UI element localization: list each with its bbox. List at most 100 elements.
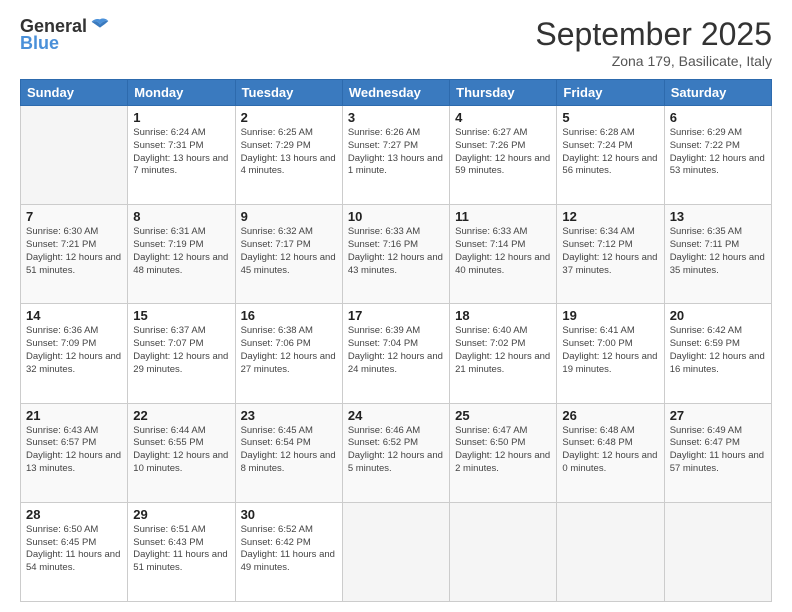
day-number: 8	[133, 209, 229, 224]
calendar-cell: 25 Sunrise: 6:47 AM Sunset: 6:50 PM Dayli…	[450, 403, 557, 502]
calendar-week-row: 1 Sunrise: 6:24 AM Sunset: 7:31 PM Daylig…	[21, 106, 772, 205]
weekday-header-tuesday: Tuesday	[235, 80, 342, 106]
day-info: Sunrise: 6:29 AM Sunset: 7:22 PM Dayligh…	[670, 127, 766, 178]
day-number: 22	[133, 408, 229, 423]
calendar-cell	[342, 502, 449, 601]
day-number: 27	[670, 408, 766, 423]
weekday-header-saturday: Saturday	[664, 80, 771, 106]
weekday-header-sunday: Sunday	[21, 80, 128, 106]
day-number: 9	[241, 209, 337, 224]
day-info: Sunrise: 6:49 AM Sunset: 6:47 PM Dayligh…	[670, 425, 766, 476]
calendar-week-row: 7 Sunrise: 6:30 AM Sunset: 7:21 PM Daylig…	[21, 205, 772, 304]
day-info: Sunrise: 6:28 AM Sunset: 7:24 PM Dayligh…	[562, 127, 658, 178]
day-number: 26	[562, 408, 658, 423]
day-number: 21	[26, 408, 122, 423]
calendar-cell: 17 Sunrise: 6:39 AM Sunset: 7:04 PM Dayli…	[342, 304, 449, 403]
weekday-header-monday: Monday	[128, 80, 235, 106]
logo-bird-icon	[90, 16, 110, 36]
day-info: Sunrise: 6:30 AM Sunset: 7:21 PM Dayligh…	[26, 226, 122, 277]
day-number: 7	[26, 209, 122, 224]
day-info: Sunrise: 6:33 AM Sunset: 7:14 PM Dayligh…	[455, 226, 551, 277]
day-number: 10	[348, 209, 444, 224]
page: General Blue September 2025 Zona 179, Ba…	[0, 0, 792, 612]
day-number: 15	[133, 308, 229, 323]
day-info: Sunrise: 6:31 AM Sunset: 7:19 PM Dayligh…	[133, 226, 229, 277]
day-info: Sunrise: 6:26 AM Sunset: 7:27 PM Dayligh…	[348, 127, 444, 178]
calendar-cell: 3Sunrise: 6:26 AM Sunset: 7:27 PM Daylig…	[342, 106, 449, 205]
calendar-cell: 4 Sunrise: 6:27 AM Sunset: 7:26 PM Daylig…	[450, 106, 557, 205]
day-number: 6	[670, 110, 766, 125]
weekday-header-thursday: Thursday	[450, 80, 557, 106]
day-info: Sunrise: 6:39 AM Sunset: 7:04 PM Dayligh…	[348, 325, 444, 376]
calendar-cell: 7 Sunrise: 6:30 AM Sunset: 7:21 PM Daylig…	[21, 205, 128, 304]
month-title: September 2025	[535, 16, 772, 53]
day-number: 28	[26, 507, 122, 522]
day-info: Sunrise: 6:33 AM Sunset: 7:16 PM Dayligh…	[348, 226, 444, 277]
day-info: Sunrise: 6:48 AM Sunset: 6:48 PM Dayligh…	[562, 425, 658, 476]
calendar-cell: 28 Sunrise: 6:50 AM Sunset: 6:45 PM Dayli…	[21, 502, 128, 601]
day-info: Sunrise: 6:36 AM Sunset: 7:09 PM Dayligh…	[26, 325, 122, 376]
day-info: Sunrise: 6:37 AM Sunset: 7:07 PM Dayligh…	[133, 325, 229, 376]
day-info: Sunrise: 6:27 AM Sunset: 7:26 PM Dayligh…	[455, 127, 551, 178]
day-number: 1	[133, 110, 229, 125]
day-info: Sunrise: 6:34 AM Sunset: 7:12 PM Dayligh…	[562, 226, 658, 277]
calendar-cell	[450, 502, 557, 601]
calendar-cell: 14Sunrise: 6:36 AM Sunset: 7:09 PM Dayli…	[21, 304, 128, 403]
calendar-cell: 9 Sunrise: 6:32 AM Sunset: 7:17 PM Daylig…	[235, 205, 342, 304]
calendar-cell	[664, 502, 771, 601]
calendar-header-row: SundayMondayTuesdayWednesdayThursdayFrid…	[21, 80, 772, 106]
day-number: 18	[455, 308, 551, 323]
day-info: Sunrise: 6:32 AM Sunset: 7:17 PM Dayligh…	[241, 226, 337, 277]
day-info: Sunrise: 6:41 AM Sunset: 7:00 PM Dayligh…	[562, 325, 658, 376]
day-info: Sunrise: 6:43 AM Sunset: 6:57 PM Dayligh…	[26, 425, 122, 476]
day-number: 2	[241, 110, 337, 125]
day-info: Sunrise: 6:38 AM Sunset: 7:06 PM Dayligh…	[241, 325, 337, 376]
day-number: 12	[562, 209, 658, 224]
logo: General Blue	[20, 16, 110, 54]
calendar-week-row: 28 Sunrise: 6:50 AM Sunset: 6:45 PM Dayli…	[21, 502, 772, 601]
calendar-cell: 10 Sunrise: 6:33 AM Sunset: 7:16 PM Dayli…	[342, 205, 449, 304]
day-number: 13	[670, 209, 766, 224]
day-info: Sunrise: 6:42 AM Sunset: 6:59 PM Dayligh…	[670, 325, 766, 376]
day-info: Sunrise: 6:40 AM Sunset: 7:02 PM Dayligh…	[455, 325, 551, 376]
day-number: 24	[348, 408, 444, 423]
calendar-cell: 24Sunrise: 6:46 AM Sunset: 6:52 PM Dayli…	[342, 403, 449, 502]
calendar-table: SundayMondayTuesdayWednesdayThursdayFrid…	[20, 79, 772, 602]
calendar-cell: 1 Sunrise: 6:24 AM Sunset: 7:31 PM Daylig…	[128, 106, 235, 205]
day-info: Sunrise: 6:47 AM Sunset: 6:50 PM Dayligh…	[455, 425, 551, 476]
weekday-header-wednesday: Wednesday	[342, 80, 449, 106]
day-info: Sunrise: 6:25 AM Sunset: 7:29 PM Dayligh…	[241, 127, 337, 178]
day-info: Sunrise: 6:24 AM Sunset: 7:31 PM Dayligh…	[133, 127, 229, 178]
calendar-cell: 20Sunrise: 6:42 AM Sunset: 6:59 PM Dayli…	[664, 304, 771, 403]
calendar-cell	[557, 502, 664, 601]
logo-blue-text: Blue	[20, 33, 59, 54]
calendar-cell: 27 Sunrise: 6:49 AM Sunset: 6:47 PM Dayli…	[664, 403, 771, 502]
calendar-cell: 23 Sunrise: 6:45 AM Sunset: 6:54 PM Dayli…	[235, 403, 342, 502]
day-info: Sunrise: 6:50 AM Sunset: 6:45 PM Dayligh…	[26, 524, 122, 575]
location-subtitle: Zona 179, Basilicate, Italy	[535, 53, 772, 69]
calendar-cell: 15 Sunrise: 6:37 AM Sunset: 7:07 PM Dayli…	[128, 304, 235, 403]
calendar-week-row: 14Sunrise: 6:36 AM Sunset: 7:09 PM Dayli…	[21, 304, 772, 403]
day-number: 4	[455, 110, 551, 125]
calendar-cell: 21 Sunrise: 6:43 AM Sunset: 6:57 PM Dayli…	[21, 403, 128, 502]
day-number: 25	[455, 408, 551, 423]
day-number: 16	[241, 308, 337, 323]
day-number: 5	[562, 110, 658, 125]
calendar-cell: 13 Sunrise: 6:35 AM Sunset: 7:11 PM Dayli…	[664, 205, 771, 304]
calendar-cell: 5 Sunrise: 6:28 AM Sunset: 7:24 PM Daylig…	[557, 106, 664, 205]
day-info: Sunrise: 6:35 AM Sunset: 7:11 PM Dayligh…	[670, 226, 766, 277]
day-number: 11	[455, 209, 551, 224]
title-block: September 2025 Zona 179, Basilicate, Ita…	[535, 16, 772, 69]
calendar-cell: 8 Sunrise: 6:31 AM Sunset: 7:19 PM Daylig…	[128, 205, 235, 304]
day-number: 23	[241, 408, 337, 423]
calendar-cell: 26 Sunrise: 6:48 AM Sunset: 6:48 PM Dayli…	[557, 403, 664, 502]
day-number: 30	[241, 507, 337, 522]
day-info: Sunrise: 6:45 AM Sunset: 6:54 PM Dayligh…	[241, 425, 337, 476]
calendar-week-row: 21 Sunrise: 6:43 AM Sunset: 6:57 PM Dayli…	[21, 403, 772, 502]
calendar-cell: 30 Sunrise: 6:52 AM Sunset: 6:42 PM Dayli…	[235, 502, 342, 601]
calendar-cell: 6 Sunrise: 6:29 AM Sunset: 7:22 PM Daylig…	[664, 106, 771, 205]
calendar-cell: 22Sunrise: 6:44 AM Sunset: 6:55 PM Dayli…	[128, 403, 235, 502]
day-number: 17	[348, 308, 444, 323]
day-info: Sunrise: 6:52 AM Sunset: 6:42 PM Dayligh…	[241, 524, 337, 575]
calendar-cell: 16 Sunrise: 6:38 AM Sunset: 7:06 PM Dayli…	[235, 304, 342, 403]
